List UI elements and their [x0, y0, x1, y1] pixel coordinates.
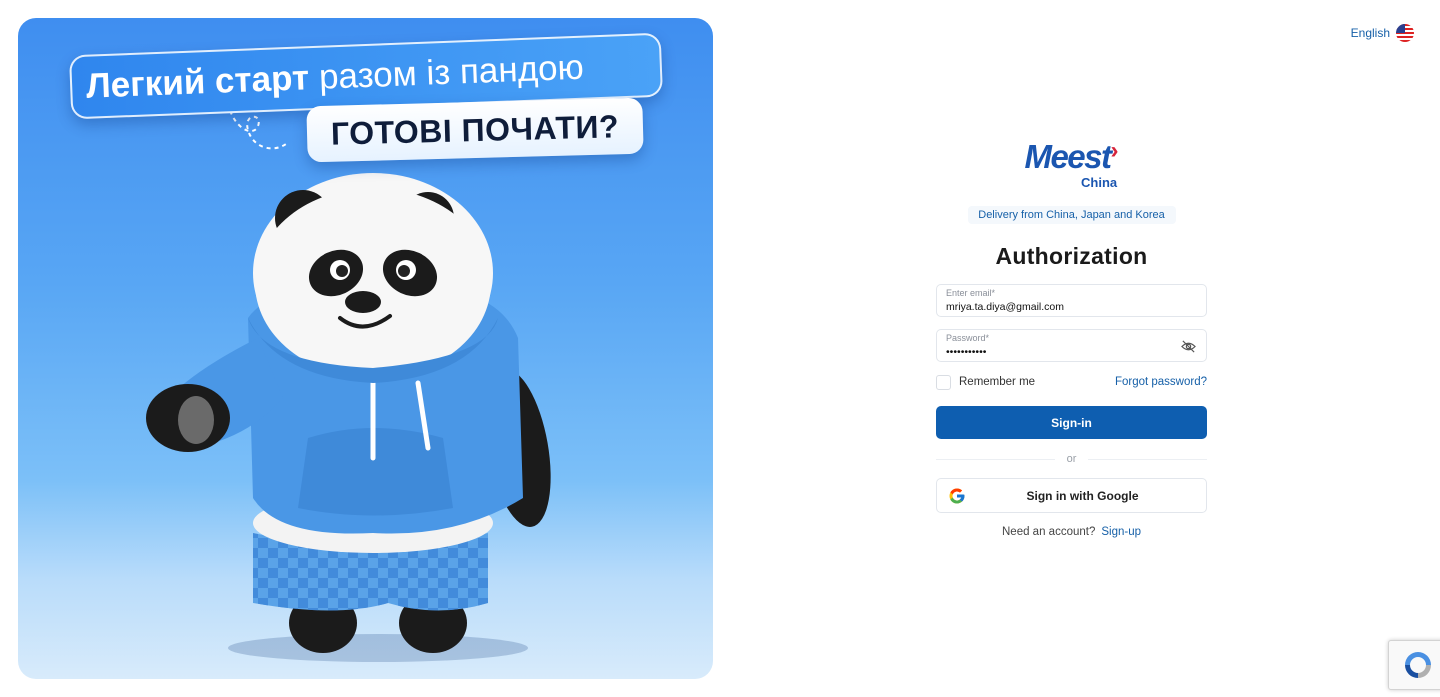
hero-image-panel: Легкий старт разом із пандою ГОТОВІ ПОЧА… — [18, 18, 713, 679]
us-flag-icon — [1396, 24, 1414, 42]
recaptcha-icon — [1405, 652, 1431, 678]
divider-line — [1088, 458, 1207, 460]
remember-me[interactable]: Remember me — [936, 374, 1036, 390]
email-field[interactable]: Enter email* mriya.ta.diya@gmail.com — [936, 284, 1207, 317]
hero-headline-bold: Легкий старт — [85, 58, 310, 106]
email-label: Enter email* — [946, 288, 996, 298]
auth-form: Meest› China Delivery from China, Japan … — [936, 137, 1207, 538]
google-icon — [949, 488, 965, 504]
language-switcher[interactable]: English — [1351, 24, 1414, 42]
forgot-password-link[interactable]: Forgot password? — [1115, 376, 1207, 388]
password-label: Password* — [946, 333, 990, 343]
brand-tagline: Delivery from China, Japan and Korea — [967, 206, 1176, 224]
signup-prompt: Need an account? Sign-up — [936, 526, 1207, 538]
or-label: or — [1066, 453, 1077, 465]
hero-subheadline: ГОТОВІ ПОЧАТИ? — [306, 97, 644, 163]
google-signin-label: Sign in with Google — [1026, 488, 1139, 503]
remember-checkbox[interactable] — [936, 374, 951, 390]
google-signin-button[interactable]: Sign in with Google — [936, 478, 1207, 513]
logo-main-text: Meest — [1024, 138, 1112, 175]
divider-line — [936, 458, 1055, 460]
email-value[interactable]: mriya.ta.diya@gmail.com — [946, 301, 1197, 314]
logo-arrow-icon: › — [1110, 137, 1119, 164]
page-title: Authorization — [995, 243, 1148, 269]
password-value[interactable]: ••••••••••• — [946, 346, 1197, 359]
brand-logo: Meest› China — [936, 137, 1207, 194]
signup-link[interactable]: Sign-up — [1101, 526, 1141, 538]
hero-headline-rest: разом із пандою — [318, 47, 585, 97]
or-divider: or — [936, 453, 1207, 465]
need-account-text: Need an account? — [1002, 526, 1096, 538]
signin-button[interactable]: Sign-in — [936, 406, 1207, 439]
language-label: English — [1350, 26, 1390, 40]
recaptcha-badge[interactable] — [1388, 640, 1440, 690]
remember-row: Remember me Forgot password? — [936, 374, 1207, 390]
password-field[interactable]: Password* ••••••••••• — [936, 329, 1207, 362]
logo-sub-text: China — [1081, 175, 1118, 190]
remember-label: Remember me — [959, 376, 1036, 388]
eye-off-icon[interactable] — [1181, 339, 1196, 354]
